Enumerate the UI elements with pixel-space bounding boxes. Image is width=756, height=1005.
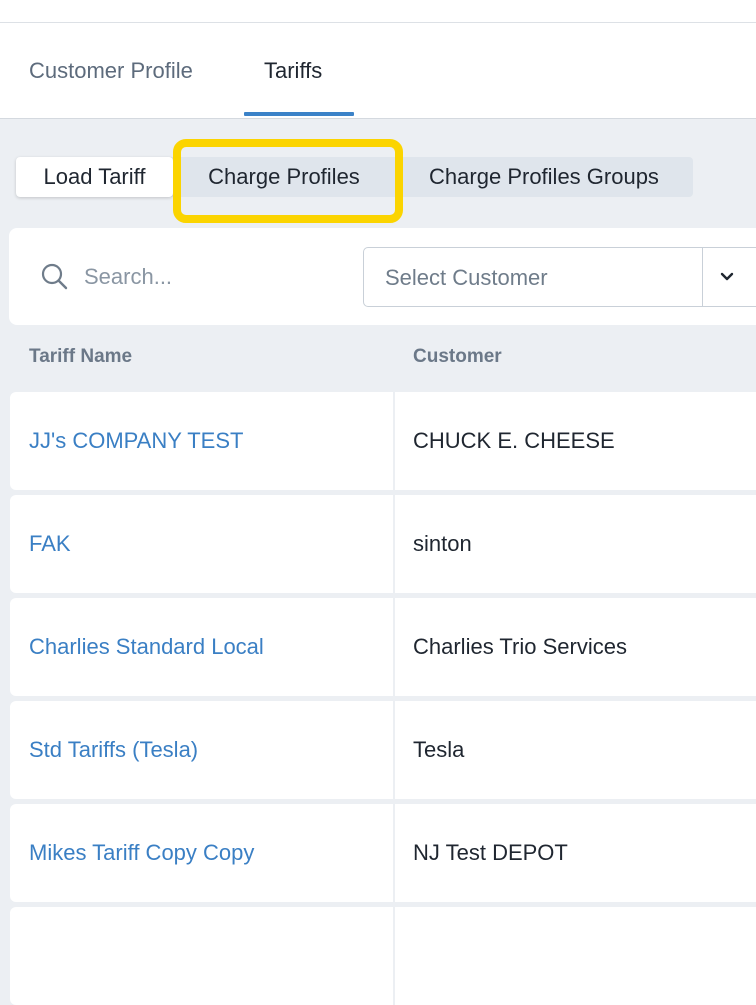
subtab-charge-profiles-groups[interactable]: Charge Profiles Groups — [406, 157, 682, 197]
select-customer-dropdown[interactable]: Select Customer — [363, 247, 756, 307]
column-header-customer[interactable]: Customer — [413, 346, 502, 368]
cell-divider — [393, 907, 395, 1005]
tab-tariffs[interactable]: Tariffs — [264, 58, 322, 84]
table-row[interactable]: JJ's COMPANY TEST CHUCK E. CHEESE — [10, 392, 756, 490]
chevron-down-icon[interactable] — [718, 268, 736, 286]
table-row[interactable]: Std Tariffs (Tesla) Tesla — [10, 701, 756, 799]
search-icon — [41, 263, 68, 290]
table-row[interactable]: FAK sinton — [10, 495, 756, 593]
customer-cell: sinton — [413, 531, 472, 556]
header-divider — [0, 22, 756, 23]
customer-cell: Charlies Trio Services — [413, 634, 627, 659]
column-header-tariff-name[interactable]: Tariff Name — [29, 346, 132, 368]
tariff-name-link[interactable]: Charlies Standard Local — [29, 634, 264, 660]
cell-divider — [393, 392, 395, 490]
subtab-group: Load Tariff Charge Profiles Charge Profi… — [16, 157, 693, 197]
cell-divider — [393, 598, 395, 696]
cell-divider — [393, 701, 395, 799]
search-input[interactable] — [78, 258, 348, 296]
customer-cell: CHUCK E. CHEESE — [413, 428, 615, 453]
cell-divider — [393, 495, 395, 593]
tariff-name-link[interactable]: FAK — [29, 531, 71, 557]
table-row[interactable]: Charlies Standard Local Charlies Trio Se… — [10, 598, 756, 696]
tariff-name-link[interactable]: JJ's COMPANY TEST — [29, 428, 243, 454]
subtab-load-tariff[interactable]: Load Tariff — [16, 157, 173, 197]
select-customer-placeholder: Select Customer — [385, 265, 548, 290]
table-row[interactable]: Mikes Tariff Copy Copy NJ Test DEPOT — [10, 804, 756, 902]
table-row[interactable] — [10, 907, 756, 1005]
cell-divider — [393, 804, 395, 902]
header-bottom-border — [0, 118, 756, 119]
tariff-name-link[interactable]: Mikes Tariff Copy Copy — [29, 840, 254, 866]
customer-cell: Tesla — [413, 737, 465, 762]
customer-cell: NJ Test DEPOT — [413, 840, 568, 865]
active-tab-indicator — [244, 112, 354, 116]
select-separator — [702, 248, 703, 306]
tab-customer-profile[interactable]: Customer Profile — [29, 58, 193, 84]
tariff-name-link[interactable]: Std Tariffs (Tesla) — [29, 737, 198, 763]
subtab-charge-profiles[interactable]: Charge Profiles — [178, 157, 390, 197]
